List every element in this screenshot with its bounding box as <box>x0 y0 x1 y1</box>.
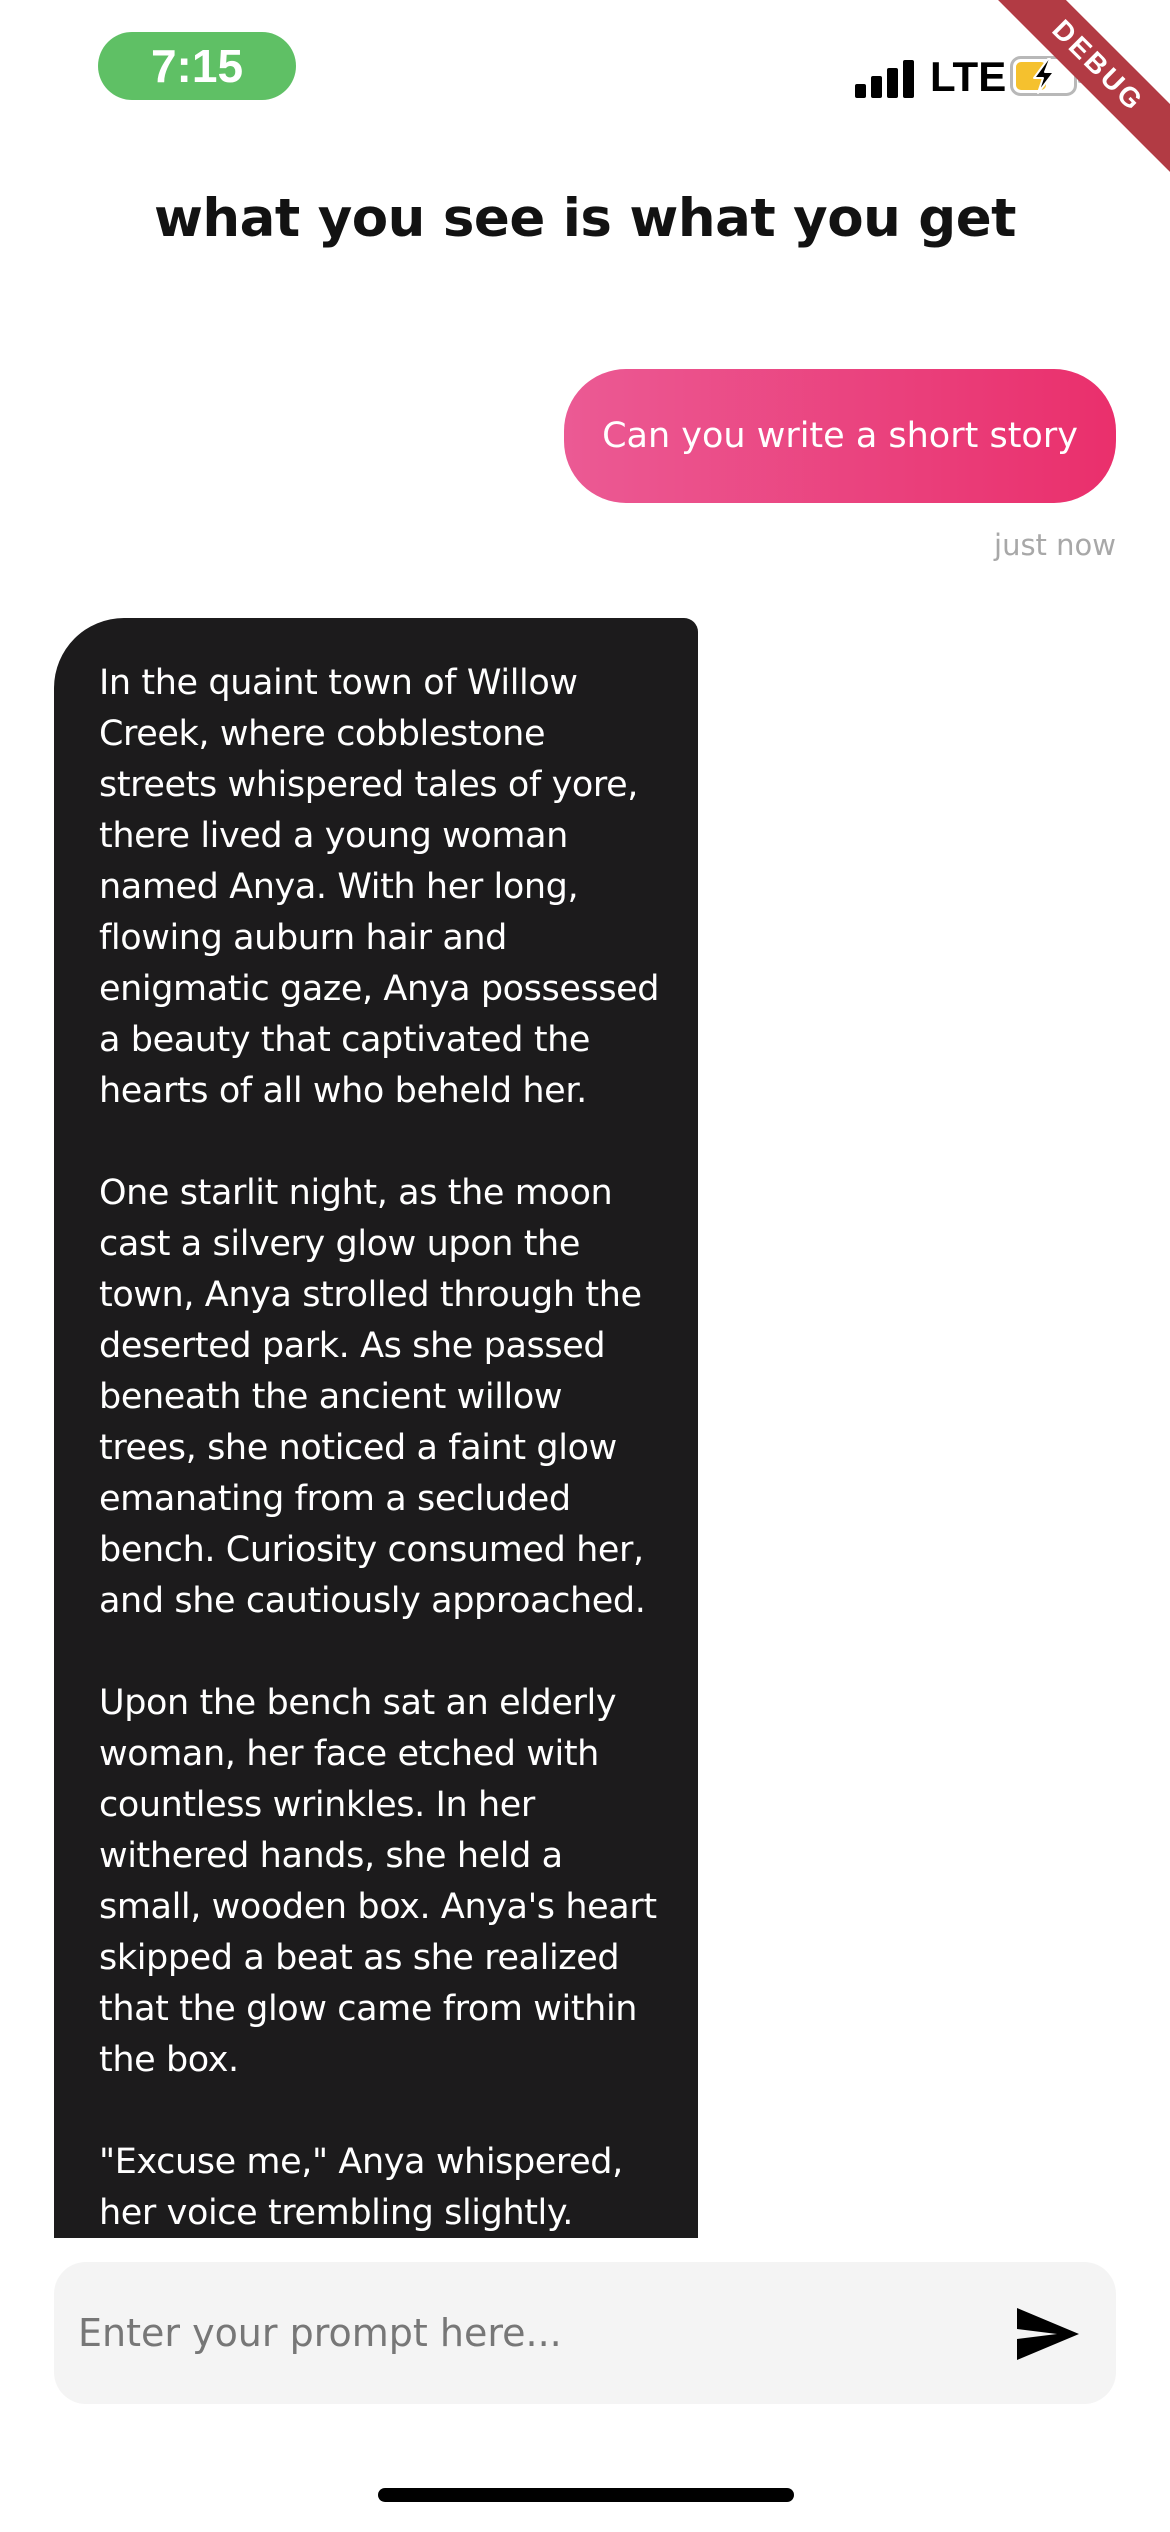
status-bar: 7:15 LTE <box>0 0 1170 130</box>
assistant-message-bubble: In the quaint town of Willow Creek, wher… <box>54 618 698 2238</box>
send-icon <box>1017 2308 1079 2360</box>
assistant-message-text: In the quaint town of Willow Creek, wher… <box>99 663 660 2233</box>
message-timestamp: just now <box>994 528 1116 562</box>
send-button[interactable] <box>1012 2298 1084 2370</box>
network-type-label: LTE <box>930 53 1007 100</box>
page-title: what you see is what you get <box>153 188 1017 249</box>
prompt-input[interactable] <box>78 2262 978 2404</box>
signal-bars-icon <box>855 58 917 98</box>
home-indicator[interactable] <box>378 2488 794 2502</box>
prompt-composer <box>54 2262 1116 2404</box>
user-message-bubble: Can you write a short story <box>564 369 1116 503</box>
status-time: 7:15 <box>98 32 296 100</box>
